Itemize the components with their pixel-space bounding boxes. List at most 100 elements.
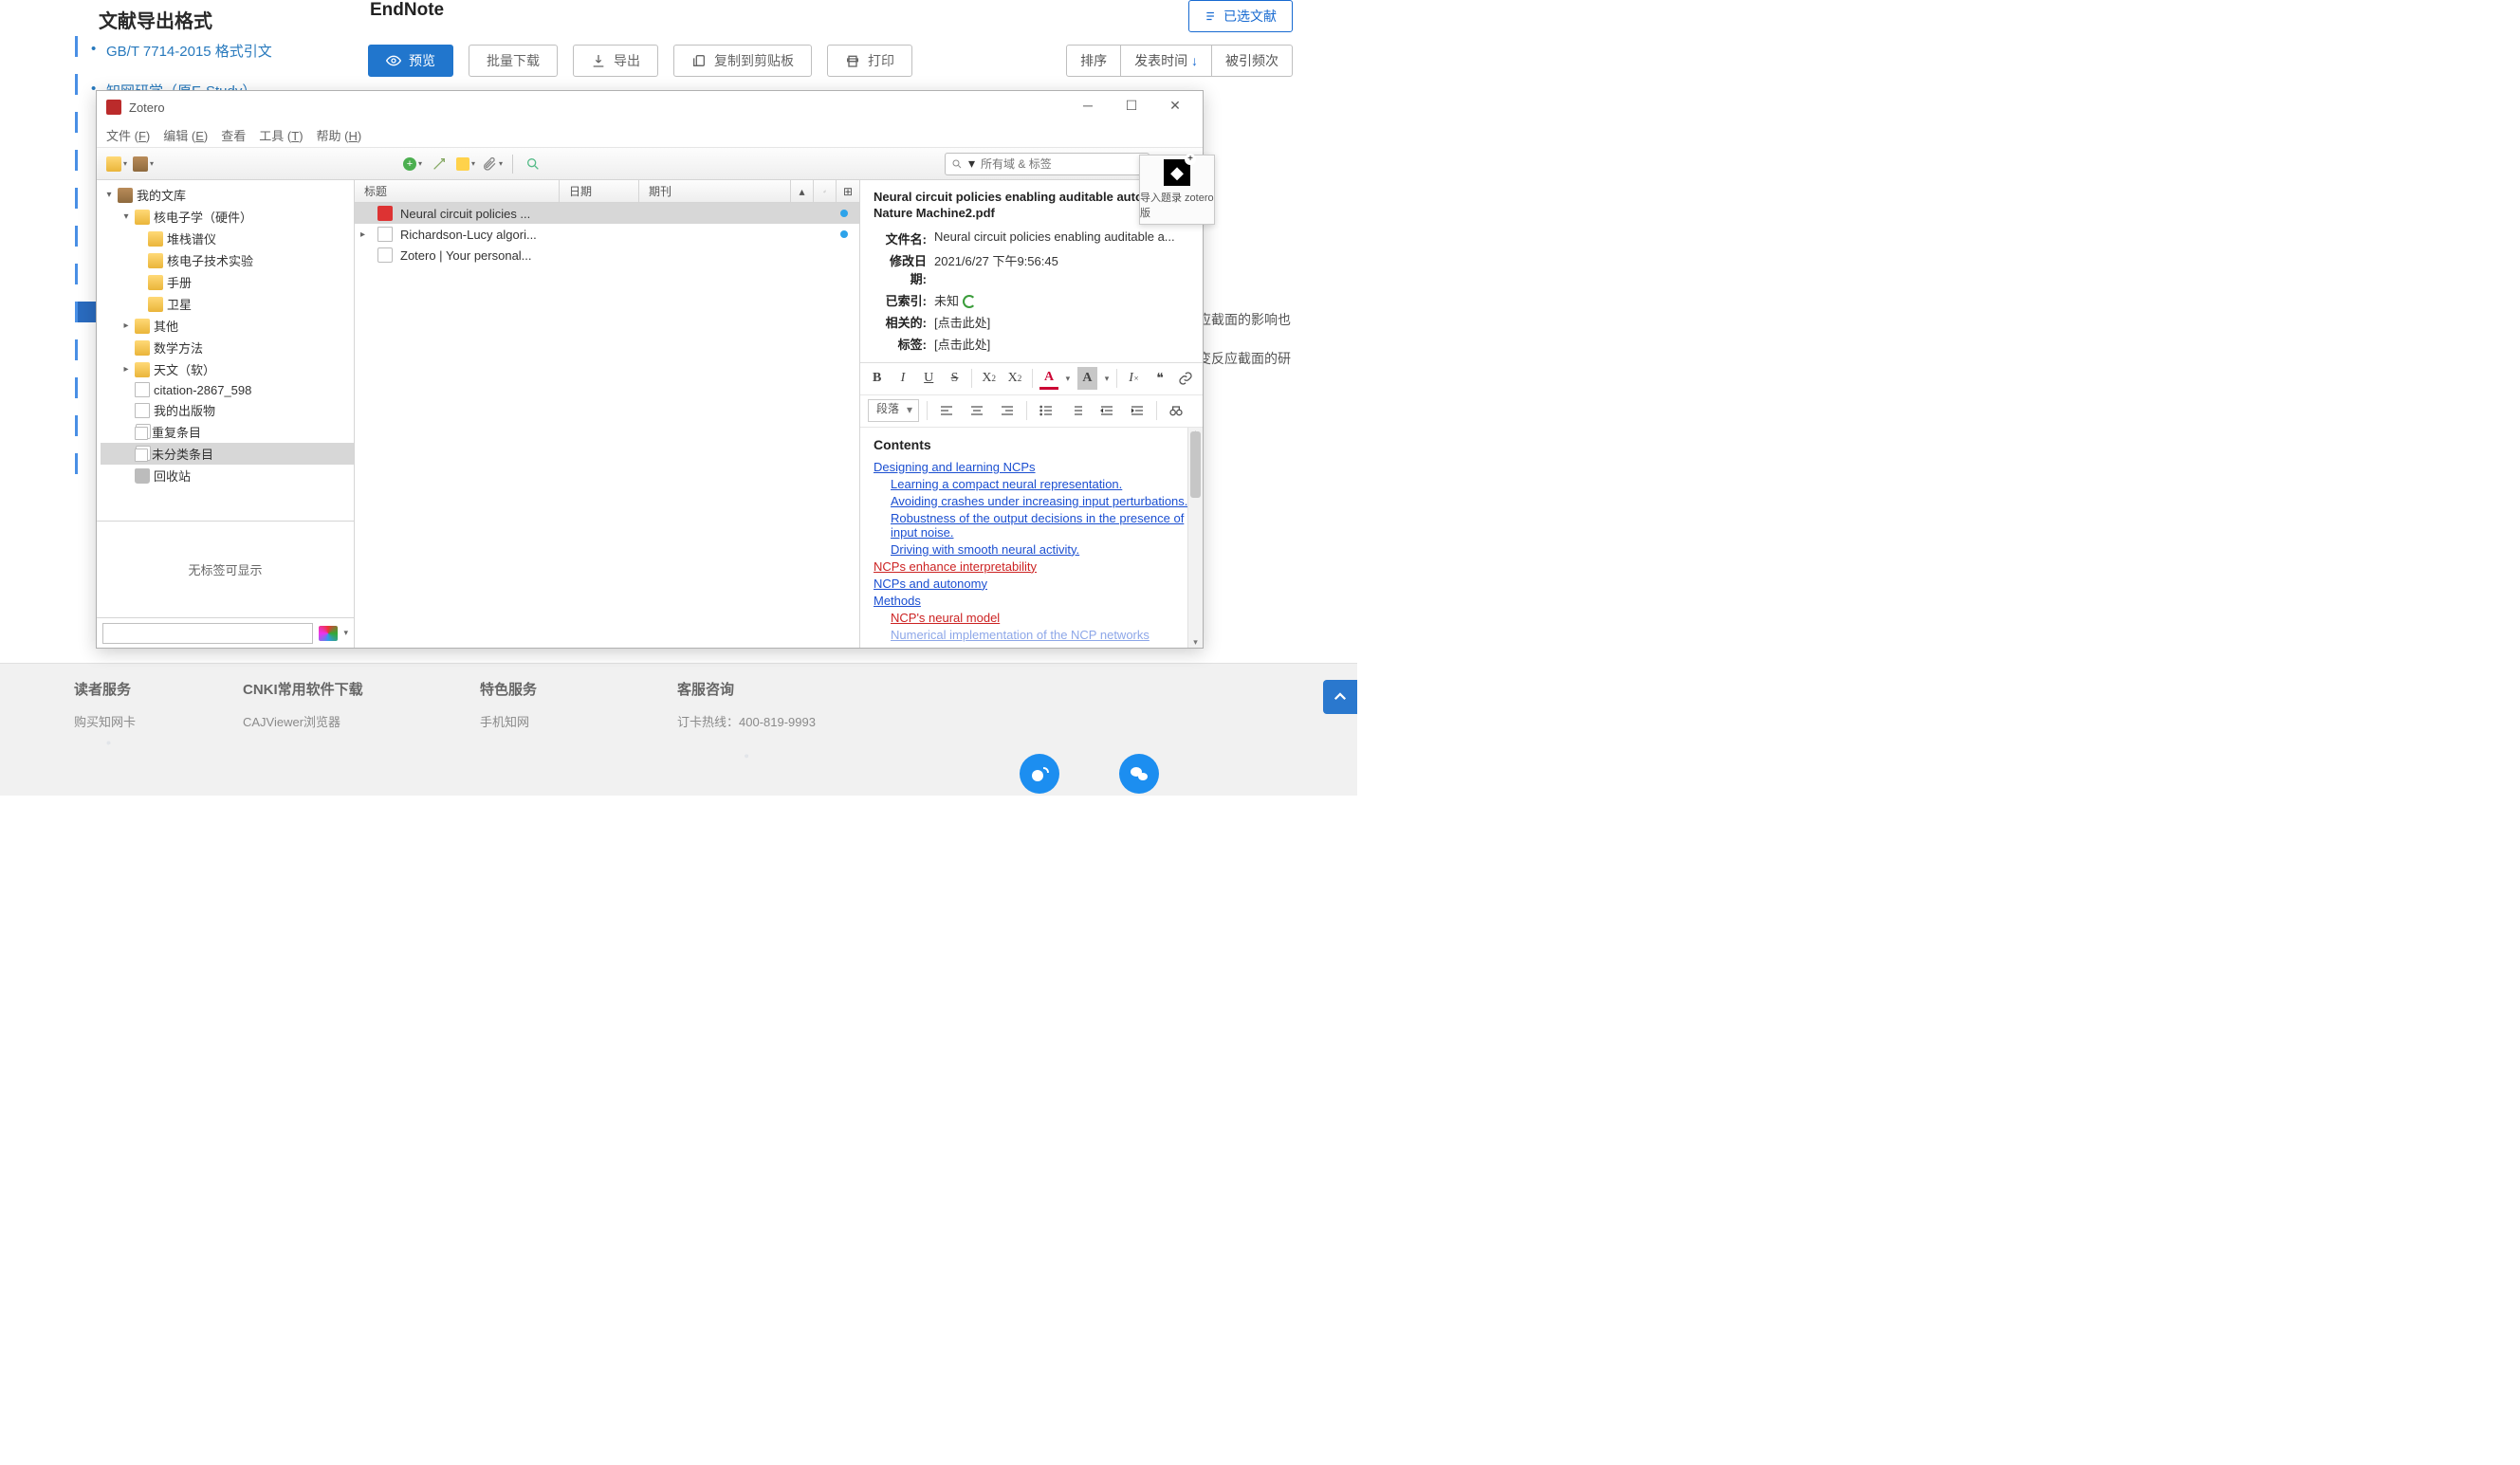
footer-link[interactable]: 手机知网 (480, 712, 537, 730)
menu-view[interactable]: 查看 (221, 126, 246, 144)
item-row[interactable]: Zotero | Your personal... (355, 245, 859, 266)
scroll-down-icon[interactable]: ▾ (1188, 637, 1203, 648)
tag-color-button[interactable] (319, 626, 338, 641)
tree-trash[interactable]: 回收站 (101, 465, 354, 486)
subscript-button[interactable]: X2 (980, 367, 998, 390)
align-center-button[interactable] (966, 399, 988, 422)
col-date[interactable]: 日期 (560, 180, 639, 202)
meta-value-related[interactable]: [点击此处] (934, 313, 990, 331)
col-sort-indicator[interactable]: ▴ (791, 180, 814, 202)
tree-other[interactable]: ▸其他 (101, 315, 354, 337)
note-link[interactable]: Methods (874, 594, 1189, 608)
tree-item[interactable]: 堆栈谱仪 (101, 228, 354, 249)
menu-help[interactable]: 帮助 (H) (317, 126, 362, 144)
advanced-search-button[interactable] (523, 154, 543, 174)
copy-clipboard-button[interactable]: 复制到剪贴板 (673, 45, 812, 77)
new-note-button[interactable]: ▾ (455, 154, 476, 174)
weibo-icon[interactable] (1020, 754, 1059, 794)
italic-button[interactable]: I (893, 367, 911, 390)
meta-value-tags[interactable]: [点击此处] (934, 335, 990, 353)
window-minimize-button[interactable]: ─ (1066, 91, 1110, 119)
col-journal[interactable]: 期刊 (639, 180, 791, 202)
footer-link[interactable]: 购买知网卡 (74, 712, 136, 730)
footer-link[interactable]: CAJViewer浏览器 (243, 712, 363, 730)
tree-math[interactable]: 数学方法 (101, 337, 354, 358)
tree-item[interactable]: 手册 (101, 271, 354, 293)
window-maximize-button[interactable]: ☐ (1110, 91, 1153, 119)
blockquote-button[interactable]: ❝ (1150, 367, 1168, 390)
note-link[interactable]: Learning a compact neural representation… (874, 477, 1189, 491)
note-link[interactable]: Numerical implementation of the NCP netw… (874, 628, 1189, 642)
selected-docs-button[interactable]: 已选文献 (1188, 0, 1293, 32)
find-replace-button[interactable] (1165, 399, 1187, 422)
scroll-thumb[interactable] (1190, 431, 1201, 498)
titlebar[interactable]: Zotero ─ ☐ ✕ (97, 91, 1203, 123)
preview-button[interactable]: 预览 (368, 45, 453, 77)
tag-menu-dropdown[interactable]: ▾ (343, 628, 348, 638)
tree-nuclear[interactable]: ▾核电子学（硬件） (101, 206, 354, 228)
tree-citation[interactable]: citation-2867_598 (101, 380, 354, 399)
new-item-button[interactable]: +▾ (402, 154, 423, 174)
note-scrollbar[interactable]: ▴ ▾ (1187, 428, 1203, 648)
bullet-list-button[interactable] (1035, 399, 1058, 422)
sort-by-publish-time[interactable]: 发表时间 ↓ (1120, 46, 1211, 76)
collections-tree[interactable]: ▾我的文库 ▾核电子学（硬件） 堆栈谱仪 核电子技术实验 手册 卫星 ▸其他 数… (97, 180, 354, 521)
tag-filter-input[interactable] (102, 623, 313, 644)
footer-link[interactable]: 订卡热线：400-819-9993 (677, 712, 816, 730)
strikethrough-button[interactable]: S (946, 367, 964, 390)
menu-tools[interactable]: 工具 (T) (259, 126, 303, 144)
bold-button[interactable]: B (868, 367, 886, 390)
align-left-button[interactable] (935, 399, 958, 422)
note-content[interactable]: Contents Designing and learning NCPs Lea… (860, 428, 1203, 648)
note-link[interactable]: NCPs enhance interpretability (874, 559, 1189, 574)
clear-formatting-button[interactable]: I× (1125, 367, 1143, 390)
new-library-button[interactable]: ▾ (133, 154, 154, 174)
batch-download-button[interactable]: 批量下载 (469, 45, 558, 77)
quicksearch[interactable]: ▾ (945, 153, 1150, 175)
add-by-identifier-button[interactable] (429, 154, 450, 174)
scroll-to-top-button[interactable] (1323, 680, 1357, 714)
items-header[interactable]: 标题 日期 期刊 ▴ ⊞ (355, 180, 859, 203)
item-row[interactable]: ▸ Richardson-Lucy algori... (355, 224, 859, 245)
tree-my-library[interactable]: ▾我的文库 (101, 184, 354, 206)
print-button[interactable]: 打印 (827, 45, 912, 77)
wechat-icon[interactable] (1119, 754, 1159, 794)
underline-button[interactable]: U (920, 367, 938, 390)
search-input[interactable] (981, 157, 1143, 171)
tree-astro[interactable]: ▸天文（软） (101, 358, 354, 380)
export-button[interactable]: 导出 (573, 45, 658, 77)
items-list[interactable]: Neural circuit policies ... ▸ Richardson… (355, 203, 859, 648)
align-right-button[interactable] (996, 399, 1019, 422)
tree-item[interactable]: 核电子技术实验 (101, 249, 354, 271)
zotero-import-badge[interactable]: ◆ 导入题录 zotero版 (1139, 155, 1215, 225)
tree-mypub[interactable]: 我的出版物 (101, 399, 354, 421)
note-link[interactable]: Robustness of the output decisions in th… (874, 511, 1189, 540)
paragraph-format-select[interactable]: 段落 (868, 399, 919, 422)
note-link[interactable]: NCPs and autonomy (874, 577, 1189, 591)
menu-edit[interactable]: 编辑 (E) (163, 126, 208, 144)
note-link[interactable]: Driving with smooth neural activity. (874, 542, 1189, 557)
sort-by-cited[interactable]: 被引频次 (1211, 46, 1292, 76)
text-color-button[interactable]: A (1039, 367, 1058, 390)
item-row[interactable]: Neural circuit policies ... (355, 203, 859, 224)
note-link[interactable]: Avoiding crashes under increasing input … (874, 494, 1189, 508)
indent-button[interactable] (1126, 399, 1149, 422)
col-attachment-icon[interactable] (814, 180, 837, 202)
col-menu-icon[interactable]: ⊞ (837, 180, 859, 202)
refresh-icon[interactable] (963, 295, 976, 308)
insert-link-button[interactable] (1177, 367, 1195, 390)
tree-item[interactable]: 卫星 (101, 293, 354, 315)
meta-value-filename[interactable]: Neural circuit policies enabling auditab… (934, 229, 1175, 244)
note-link[interactable]: Designing and learning NCPs (874, 460, 1189, 474)
tree-unfiled[interactable]: 未分类条目 (101, 443, 354, 465)
new-collection-button[interactable]: ▾ (106, 154, 127, 174)
outdent-button[interactable] (1095, 399, 1118, 422)
menu-file[interactable]: 文件 (F) (106, 126, 150, 144)
note-link[interactable]: NCP's neural model (874, 611, 1189, 625)
add-attachment-button[interactable]: ▾ (482, 154, 503, 174)
superscript-button[interactable]: X2 (1005, 367, 1023, 390)
highlight-button[interactable]: A (1077, 367, 1096, 390)
window-close-button[interactable]: ✕ (1153, 91, 1197, 119)
numbered-list-button[interactable] (1065, 399, 1088, 422)
tree-duplicates[interactable]: 重复条目 (101, 421, 354, 443)
